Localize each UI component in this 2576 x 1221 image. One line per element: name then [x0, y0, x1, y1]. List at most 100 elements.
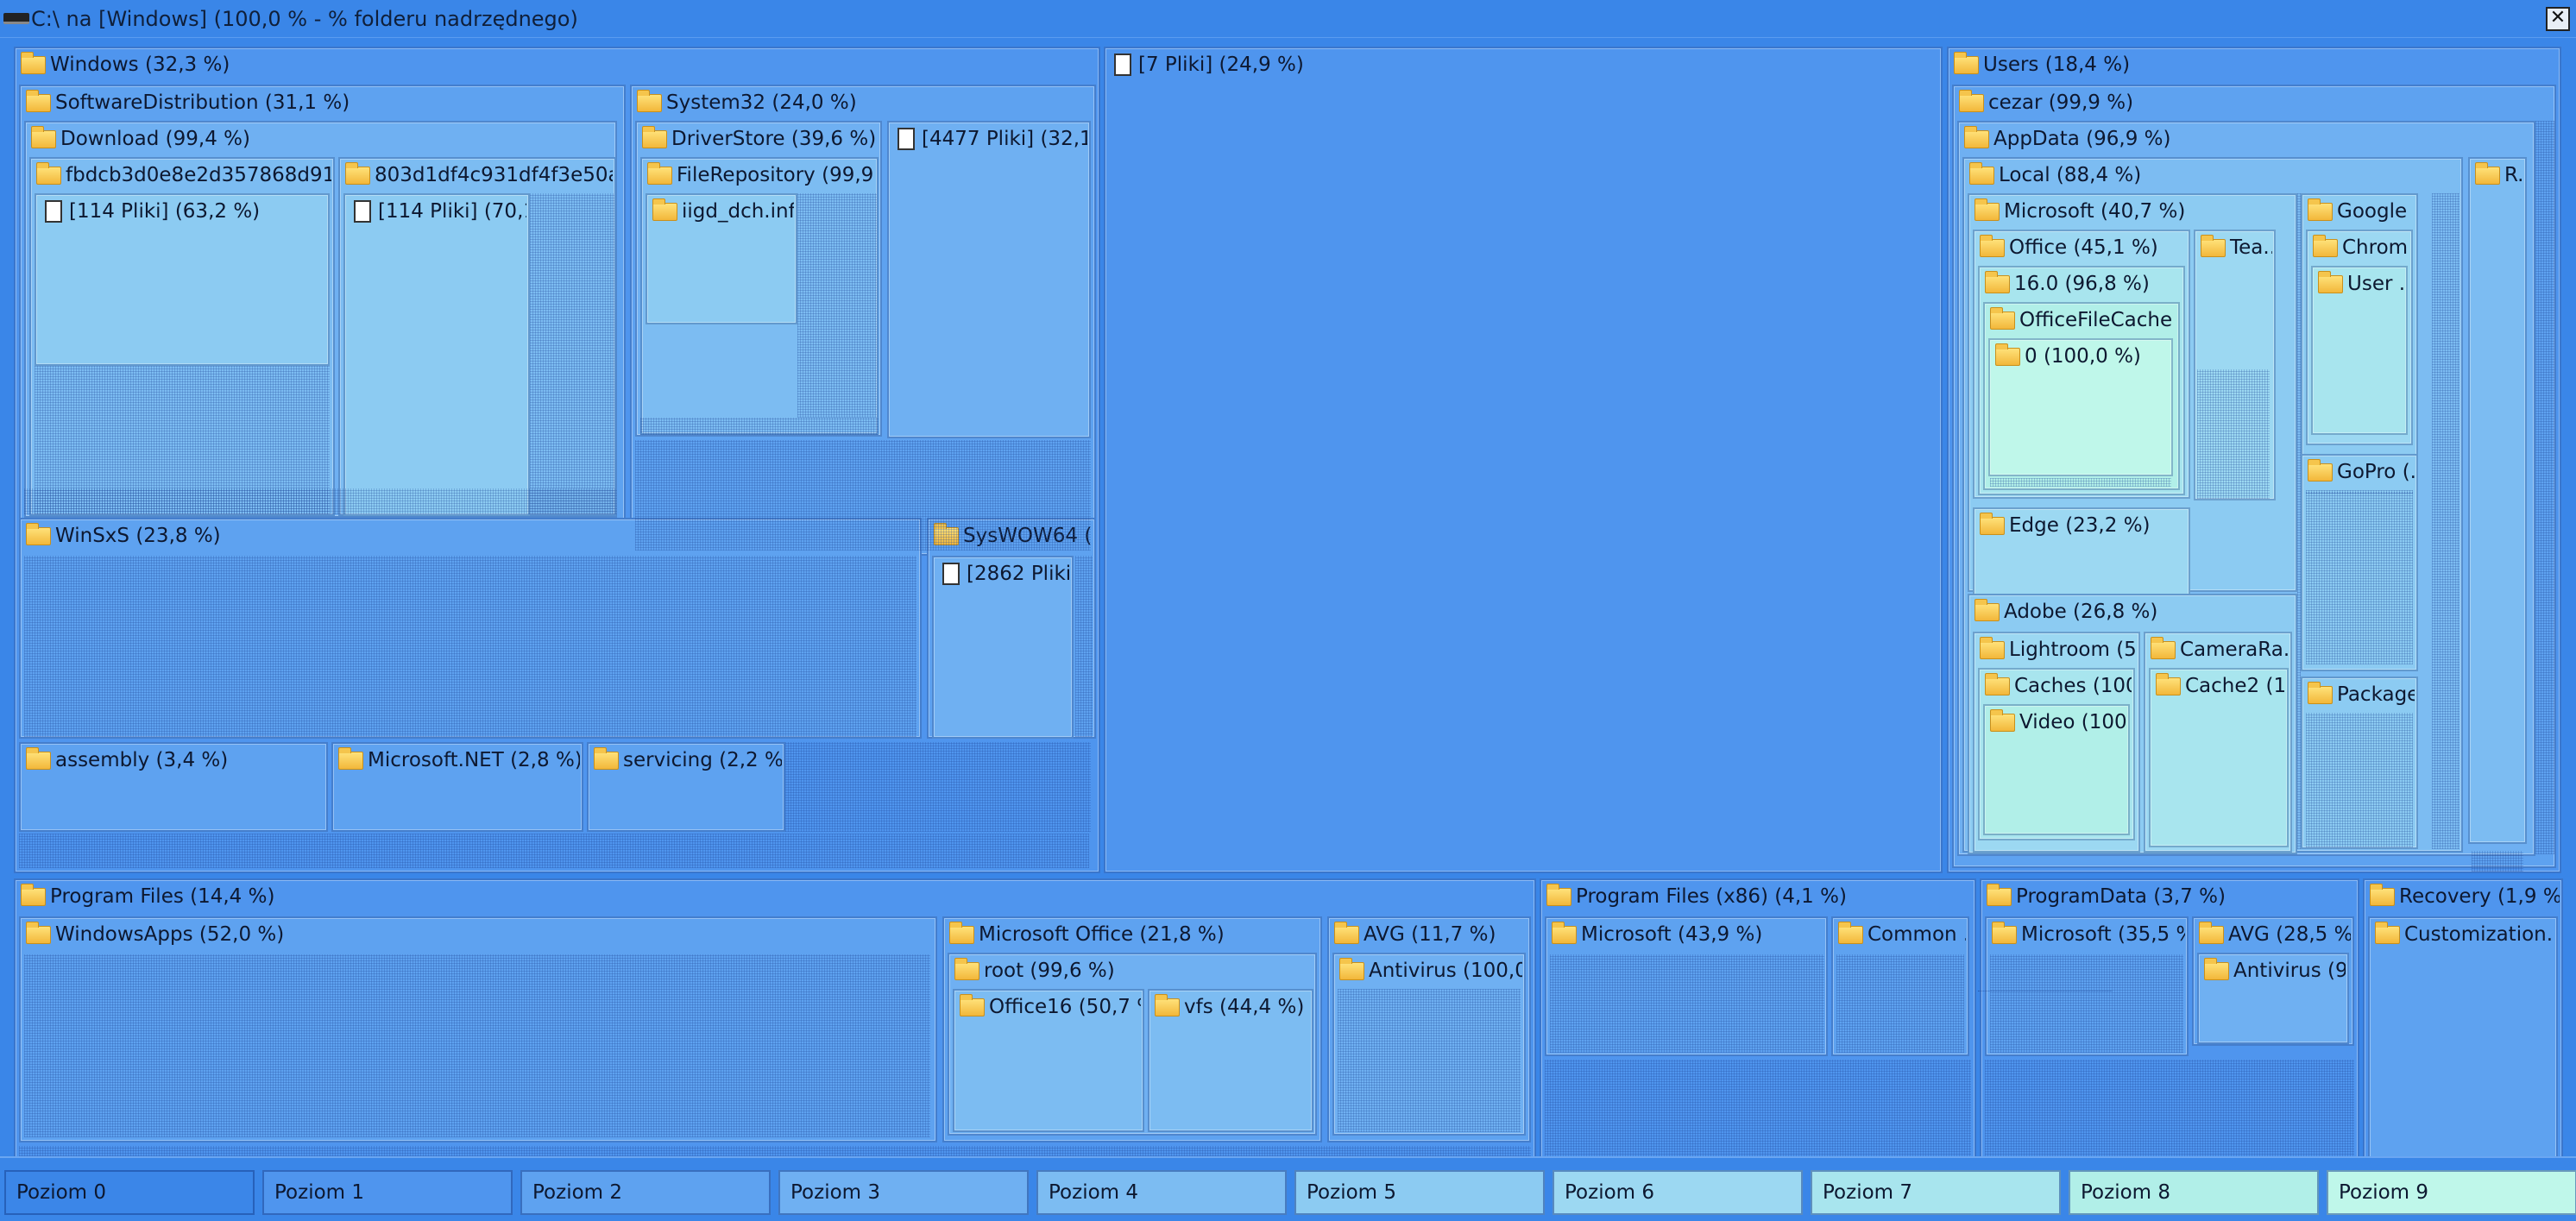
file-icon — [1114, 53, 1131, 76]
node-label: Local (88,4 %) — [1969, 161, 2459, 189]
node-label-text: [114 Pliki] (70,1... — [378, 200, 526, 223]
treemap-node-servicing[interactable]: servicing (2,2 %) — [587, 742, 785, 832]
node-label: User ... — [2318, 270, 2404, 298]
node-label-text: Program Files (14,4 %) — [50, 885, 275, 908]
small-files-area — [24, 556, 916, 737]
node-label-text: Cache2 (1... — [2185, 675, 2285, 697]
node-label-text: Microsoft Office (21,8 %) — [979, 923, 1225, 946]
folder-icon — [949, 921, 974, 944]
folder-icon — [1985, 270, 2010, 293]
node-label-text: Google ... — [2337, 200, 2415, 223]
node-label-text: servicing (2,2 %) — [623, 749, 782, 771]
node-label-text: Package... — [2337, 683, 2415, 706]
folder-icon — [652, 198, 677, 221]
treemap-node-root-files[interactable]: [7 Pliki] (24,9 %) — [1104, 47, 1943, 873]
node-label-text: Video (100... — [2019, 711, 2126, 733]
node-label-text: Common ... — [1867, 923, 1966, 946]
node-label: Office (45,1 %) — [1980, 234, 2187, 261]
treemap-node-fbdcb-files[interactable]: [114 Pliki] (63,2 %) — [35, 193, 330, 366]
legend-level-4[interactable]: Poziom 4 — [1036, 1170, 1287, 1215]
legend-level-7[interactable]: Poziom 7 — [1811, 1170, 2061, 1215]
folder-icon — [1987, 883, 2012, 906]
node-label-text: 803d1df4c931df4f3e50a... — [375, 164, 613, 186]
treemap-node-office16[interactable]: Office16 (50,7 %) — [953, 989, 1144, 1132]
node-label-text: [2862 Pliki... — [967, 563, 1070, 585]
treemap-node-vfs[interactable]: vfs (44,4 %) — [1148, 989, 1313, 1132]
node-label: [114 Pliki] (63,2 %) — [41, 198, 326, 225]
node-label-text: [7 Pliki] (24,9 %) — [1138, 53, 1304, 76]
legend-level-0[interactable]: Poziom 0 — [4, 1170, 255, 1215]
node-label-text: OfficeFileCache ... — [2019, 309, 2176, 331]
legend-level-8[interactable]: Poziom 8 — [2069, 1170, 2319, 1215]
node-label-text: Microsoft.NET (2,8 %) — [368, 749, 580, 771]
treemap-node-video[interactable]: Video (100... — [1983, 704, 2130, 835]
node-label: Customization... — [2375, 921, 2554, 948]
legend-level-3[interactable]: Poziom 3 — [778, 1170, 1029, 1215]
node-label: [4477 Pliki] (32,1 ... — [894, 125, 1087, 153]
node-label: assembly (3,4 %) — [26, 746, 324, 774]
folder-icon — [647, 161, 672, 185]
small-files-area — [2306, 492, 2413, 664]
node-label-text: R... — [2504, 164, 2523, 186]
folder-icon — [2375, 921, 2400, 944]
node-label-text: AVG (28,5 %) — [2228, 923, 2351, 946]
node-label: Windows (32,3 %) — [21, 51, 1097, 79]
node-label-text: DriverStore (39,6 %) — [671, 128, 877, 150]
treemap-node-sys32-files[interactable]: [4477 Pliki] (32,1 ... — [887, 121, 1091, 438]
folder-icon — [1339, 957, 1364, 980]
node-label-text: Office16 (50,7 %) — [989, 996, 1141, 1018]
treemap-node-roaming[interactable]: R... — [2468, 157, 2527, 844]
small-files-area — [1990, 954, 2183, 1053]
legend-level-1[interactable]: Poziom 1 — [262, 1170, 513, 1215]
folder-icon — [345, 161, 370, 185]
folder-icon — [2156, 672, 2181, 695]
node-label: FileRepository (99,9 ... — [647, 161, 875, 189]
treemap-node-cache2[interactable]: Cache2 (1... — [2149, 668, 2289, 847]
node-label-text: Chrom... — [2342, 236, 2409, 259]
legend-level-5[interactable]: Poziom 5 — [1294, 1170, 1545, 1215]
node-label-text: FileRepository (99,9 ... — [677, 164, 875, 186]
folder-icon — [960, 993, 985, 1016]
treemap-node-d803-files[interactable]: [114 Pliki] (70,1... — [343, 193, 530, 516]
folder-icon — [2313, 234, 2338, 257]
treemap-node-iigd[interactable]: iigd_dch.inf... — [646, 193, 797, 324]
node-label: Microsoft (40,7 %) — [1975, 198, 2294, 225]
node-label-text: SoftwareDistribution (31,1 %) — [55, 91, 350, 114]
treemap-node-customization[interactable]: Customization... — [2368, 916, 2558, 1165]
folder-icon — [2151, 636, 2176, 659]
treemap-node-pd-antivirus[interactable]: Antivirus (9... — [2197, 953, 2349, 1044]
node-label-text: iigd_dch.inf... — [682, 200, 794, 223]
legend-level-6[interactable]: Poziom 6 — [1553, 1170, 1803, 1215]
node-label: WindowsApps (52,0 %) — [26, 921, 934, 948]
node-label: cezar (99,9 %) — [1959, 89, 2553, 116]
treemap-node-user[interactable]: User ... — [2311, 266, 2408, 435]
treemap-node-assembly[interactable]: assembly (3,4 %) — [19, 742, 328, 832]
legend-level-9[interactable]: Poziom 9 — [2327, 1170, 2576, 1215]
node-label: [2862 Pliki... — [939, 560, 1070, 588]
folder-icon — [1990, 306, 2015, 330]
treemap-node-dotnet[interactable]: Microsoft.NET (2,8 %) — [331, 742, 583, 832]
treemap: Windows (32,3 %) SoftwareDistribution (31… — [0, 41, 2576, 1182]
treemap-node-syswow-files[interactable]: [2862 Pliki... — [932, 556, 1074, 739]
node-label: Office16 (50,7 %) — [960, 993, 1141, 1021]
node-label: ProgramData (3,7 %) — [1987, 883, 2356, 910]
node-label: Program Files (14,4 %) — [21, 883, 1533, 910]
folder-icon — [1975, 198, 2000, 221]
node-label: AVG (11,7 %) — [1334, 921, 1527, 948]
node-label-text: Program Files (x86) (4,1 %) — [1576, 885, 1847, 908]
node-label-text: CameraRa... — [2180, 639, 2289, 661]
folder-icon — [21, 51, 46, 74]
node-label: Recovery (1,9 %) — [2370, 883, 2560, 910]
folder-icon — [2308, 681, 2333, 704]
node-label-text: 16.0 (96,8 %) — [2014, 273, 2150, 295]
treemap-node-zero[interactable]: 0 (100,0 %) — [1988, 338, 2173, 476]
legend-level-2[interactable]: Poziom 2 — [520, 1170, 771, 1215]
folder-icon — [1546, 883, 1571, 906]
node-label-text: assembly (3,4 %) — [55, 749, 229, 771]
folder-icon — [2199, 921, 2224, 944]
close-button[interactable]: ✕ — [2546, 7, 2570, 31]
folder-icon — [1552, 921, 1577, 944]
node-label-text: Download (99,4 %) — [60, 128, 250, 150]
node-label: Users (18,4 %) — [1954, 51, 2558, 79]
node-label-text: [4477 Pliki] (32,1 ... — [922, 128, 1087, 150]
